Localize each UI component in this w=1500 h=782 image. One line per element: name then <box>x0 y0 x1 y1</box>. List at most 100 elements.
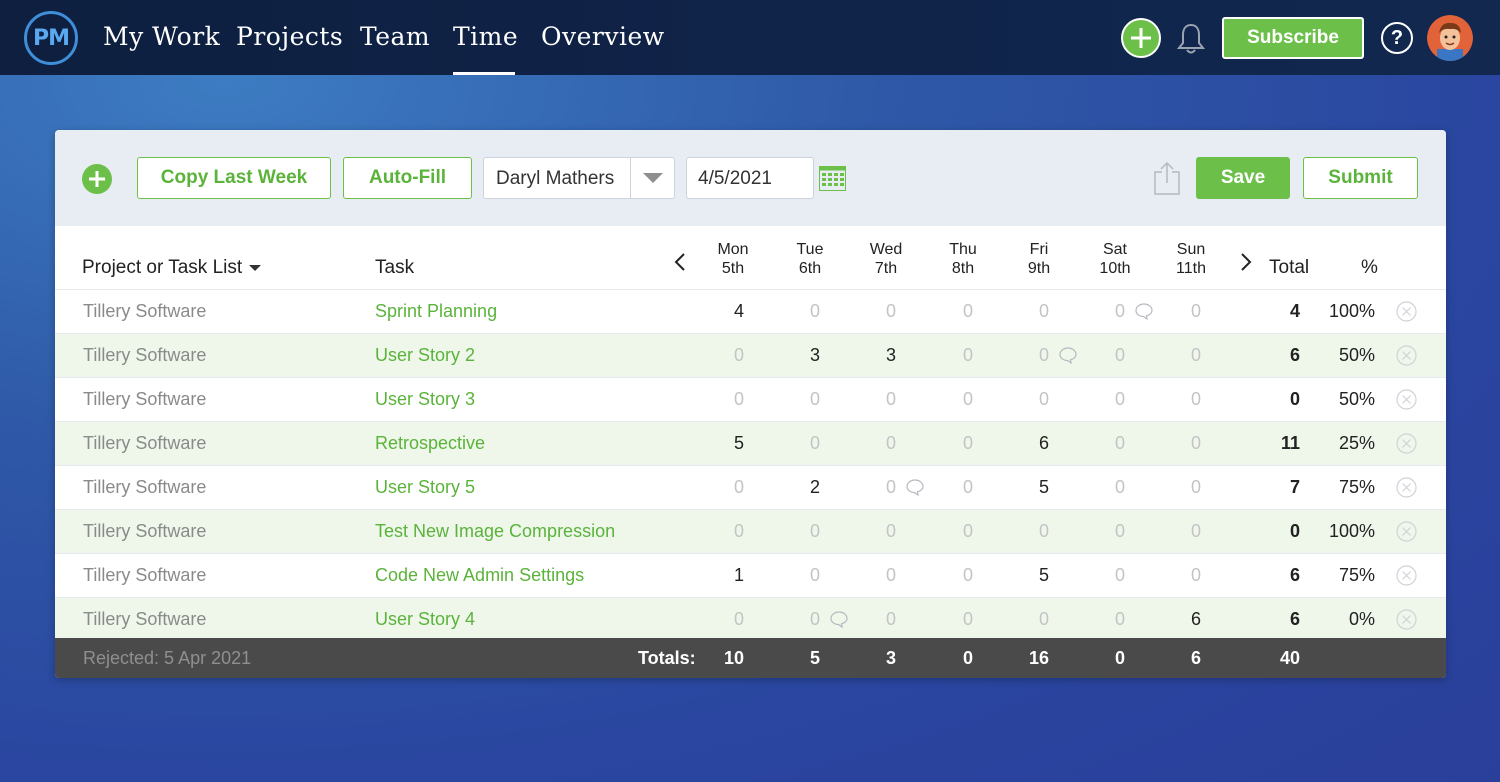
hours-cell[interactable]: 0 <box>1009 345 1049 366</box>
hours-cell[interactable]: 0 <box>1085 565 1125 586</box>
help-icon[interactable]: ? <box>1381 22 1413 54</box>
project-name[interactable]: Tillery Software <box>83 301 206 322</box>
week-date-input[interactable]: 4/5/2021 <box>686 157 814 199</box>
hours-cell[interactable]: 4 <box>704 301 744 322</box>
remove-row-icon[interactable] <box>1396 301 1417 322</box>
calendar-icon[interactable] <box>819 166 846 191</box>
hours-cell[interactable]: 5 <box>1009 565 1049 586</box>
pm-logo[interactable]: PM <box>24 11 78 65</box>
hours-cell[interactable]: 0 <box>1161 521 1201 542</box>
task-link[interactable]: User Story 4 <box>375 609 475 630</box>
hours-cell[interactable]: 0 <box>1161 477 1201 498</box>
remove-row-icon[interactable] <box>1396 389 1417 410</box>
comment-icon[interactable] <box>1135 303 1153 320</box>
nav-team[interactable]: Team <box>360 22 430 51</box>
project-name[interactable]: Tillery Software <box>83 433 206 454</box>
comment-icon[interactable] <box>830 611 848 628</box>
task-link[interactable]: User Story 3 <box>375 389 475 410</box>
task-link[interactable]: Retrospective <box>375 433 485 454</box>
hours-cell[interactable]: 0 <box>1085 389 1125 410</box>
hours-cell[interactable]: 3 <box>780 345 820 366</box>
project-name[interactable]: Tillery Software <box>83 389 206 410</box>
hours-cell[interactable]: 0 <box>1009 521 1049 542</box>
hours-cell[interactable]: 2 <box>780 477 820 498</box>
comment-icon[interactable] <box>906 479 924 496</box>
export-icon[interactable] <box>1153 161 1181 195</box>
hours-cell[interactable]: 0 <box>1161 301 1201 322</box>
hours-cell[interactable]: 0 <box>1085 477 1125 498</box>
hours-cell[interactable]: 5 <box>1009 477 1049 498</box>
nav-projects[interactable]: Projects <box>236 22 343 51</box>
task-link[interactable]: User Story 5 <box>375 477 475 498</box>
hours-cell[interactable]: 0 <box>704 389 744 410</box>
hours-cell[interactable]: 1 <box>704 565 744 586</box>
hours-cell[interactable]: 0 <box>1085 301 1125 322</box>
hours-cell[interactable]: 0 <box>933 477 973 498</box>
avatar[interactable] <box>1427 15 1473 61</box>
hours-cell[interactable]: 0 <box>856 609 896 630</box>
auto-fill-button[interactable]: Auto-Fill <box>343 157 472 199</box>
hours-cell[interactable]: 3 <box>856 345 896 366</box>
hours-cell[interactable]: 0 <box>780 521 820 542</box>
hours-cell[interactable]: 0 <box>1161 345 1201 366</box>
hours-cell[interactable]: 0 <box>856 433 896 454</box>
hours-cell[interactable]: 0 <box>933 609 973 630</box>
remove-row-icon[interactable] <box>1396 433 1417 454</box>
remove-row-icon[interactable] <box>1396 477 1417 498</box>
comment-icon[interactable] <box>1059 347 1077 364</box>
project-name[interactable]: Tillery Software <box>83 521 206 542</box>
hours-cell[interactable]: 0 <box>856 565 896 586</box>
hours-cell[interactable]: 0 <box>933 301 973 322</box>
hours-cell[interactable]: 0 <box>1161 389 1201 410</box>
hours-cell[interactable]: 0 <box>1085 609 1125 630</box>
hours-cell[interactable]: 6 <box>1161 609 1201 630</box>
remove-row-icon[interactable] <box>1396 345 1417 366</box>
hours-cell[interactable]: 0 <box>780 433 820 454</box>
hours-cell[interactable]: 0 <box>704 477 744 498</box>
hours-cell[interactable]: 0 <box>780 301 820 322</box>
next-week-icon[interactable] <box>1239 252 1253 272</box>
hours-cell[interactable]: 0 <box>1161 433 1201 454</box>
hours-cell[interactable]: 0 <box>856 521 896 542</box>
hours-cell[interactable]: 0 <box>1009 301 1049 322</box>
add-row-button[interactable] <box>82 164 112 194</box>
hours-cell[interactable]: 0 <box>933 433 973 454</box>
hours-cell[interactable]: 0 <box>933 389 973 410</box>
hours-cell[interactable]: 5 <box>704 433 744 454</box>
column-header-project[interactable]: Project or Task List <box>82 257 262 279</box>
save-button[interactable]: Save <box>1196 157 1290 199</box>
nav-overview[interactable]: Overview <box>541 22 665 51</box>
hours-cell[interactable]: 0 <box>704 521 744 542</box>
remove-row-icon[interactable] <box>1396 609 1417 630</box>
hours-cell[interactable]: 0 <box>856 389 896 410</box>
project-name[interactable]: Tillery Software <box>83 345 206 366</box>
task-link[interactable]: Test New Image Compression <box>375 521 615 542</box>
subscribe-button[interactable]: Subscribe <box>1222 17 1364 59</box>
copy-last-week-button[interactable]: Copy Last Week <box>137 157 331 199</box>
task-link[interactable]: User Story 2 <box>375 345 475 366</box>
hours-cell[interactable]: 0 <box>1085 521 1125 542</box>
remove-row-icon[interactable] <box>1396 521 1417 542</box>
chevron-down-icon[interactable] <box>630 158 674 198</box>
nav-my-work[interactable]: My Work <box>103 22 220 51</box>
task-link[interactable]: Code New Admin Settings <box>375 565 584 586</box>
hours-cell[interactable]: 0 <box>780 389 820 410</box>
nav-time[interactable]: Time <box>453 22 518 51</box>
hours-cell[interactable]: 6 <box>1009 433 1049 454</box>
hours-cell[interactable]: 0 <box>780 565 820 586</box>
hours-cell[interactable]: 0 <box>856 301 896 322</box>
hours-cell[interactable]: 0 <box>933 345 973 366</box>
hours-cell[interactable]: 0 <box>704 345 744 366</box>
project-name[interactable]: Tillery Software <box>83 565 206 586</box>
hours-cell[interactable]: 0 <box>1161 565 1201 586</box>
task-link[interactable]: Sprint Planning <box>375 301 497 322</box>
project-name[interactable]: Tillery Software <box>83 477 206 498</box>
previous-week-icon[interactable] <box>673 252 687 272</box>
submit-button[interactable]: Submit <box>1303 157 1418 199</box>
hours-cell[interactable]: 0 <box>704 609 744 630</box>
project-name[interactable]: Tillery Software <box>83 609 206 630</box>
global-add-button[interactable] <box>1121 18 1161 58</box>
hours-cell[interactable]: 0 <box>933 521 973 542</box>
hours-cell[interactable]: 0 <box>1009 609 1049 630</box>
remove-row-icon[interactable] <box>1396 565 1417 586</box>
